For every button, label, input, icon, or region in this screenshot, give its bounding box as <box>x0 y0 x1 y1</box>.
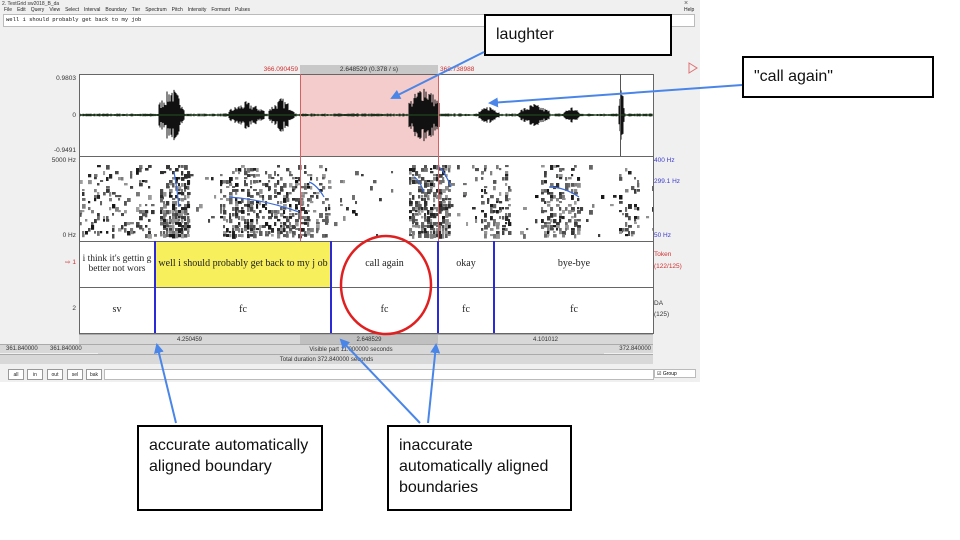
tier1-name: Token <box>654 251 672 258</box>
waveform-zero: 0 <box>72 112 76 119</box>
menu-interval[interactable]: Interval <box>84 7 100 13</box>
waveform-marker <box>620 74 621 156</box>
total-duration[interactable]: Total duration 372.840000 seconds <box>0 354 653 364</box>
spectrogram-panel[interactable] <box>79 157 653 241</box>
boundary-accurate[interactable] <box>154 241 156 333</box>
visible-end-time[interactable]: 372.840000 <box>604 344 653 353</box>
spectrogram-image <box>79 165 653 239</box>
zoom-all-button[interactable]: all <box>8 369 24 380</box>
tier2-count: (125) <box>654 311 670 318</box>
callout-laughter: laughter <box>484 14 672 56</box>
pitch-value: 299.1 Hz <box>654 178 681 185</box>
group-checkbox[interactable]: ☑ Group <box>654 369 696 378</box>
token-interval-5[interactable]: bye-bye <box>495 241 653 287</box>
visible-part-label[interactable]: Visible part 11.000000 seconds <box>98 344 604 354</box>
selection-duration: 2.648529 (0.378 / s) <box>339 66 399 73</box>
group-label: Group <box>662 370 677 377</box>
spectrogram-bottom: 0 Hz <box>62 232 76 239</box>
zoom-in-button[interactable]: in <box>27 369 43 380</box>
menu-view[interactable]: View <box>49 7 60 13</box>
duration-left[interactable]: 4.250459 <box>79 334 300 344</box>
zoom-back-button[interactable]: bak <box>86 369 102 380</box>
da-interval-1[interactable]: sv <box>79 287 155 333</box>
boundary-inaccurate-2[interactable] <box>437 241 439 333</box>
waveform-trace <box>79 88 653 142</box>
menu-pulses[interactable]: Pulses <box>235 7 250 13</box>
duration-right[interactable]: 4.101012 <box>438 334 653 344</box>
boundary-inaccurate-1[interactable] <box>330 241 332 333</box>
menu-pitch[interactable]: Pitch <box>172 7 183 13</box>
menu-help[interactable]: Help <box>684 7 694 13</box>
callout-accurate-boundary: accurate automatically aligned boundary <box>137 425 323 511</box>
da-interval-2[interactable]: fc <box>157 287 329 333</box>
tier2-number: 2 <box>72 305 76 312</box>
callout-call-again: "call again" <box>742 56 934 98</box>
token-interval-1[interactable]: i think it's gettin g better not wors <box>79 241 155 287</box>
zoom-sel-button[interactable]: sel <box>67 369 83 380</box>
token-interval-4[interactable]: okay <box>439 241 493 287</box>
pitch-top: 400 Hz <box>654 157 675 164</box>
close-icon[interactable]: × <box>684 0 688 7</box>
play-icon[interactable] <box>688 62 698 74</box>
da-interval-5[interactable]: fc <box>495 287 653 333</box>
menu-edit[interactable]: Edit <box>17 7 26 13</box>
waveform-panel[interactable] <box>79 74 653 156</box>
callout-inaccurate-boundaries: inaccurate automatically aligned boundar… <box>387 425 572 511</box>
menu-spectrum[interactable]: Spectrum <box>145 7 166 13</box>
selection-right-cursor <box>438 74 439 241</box>
zoom-out-button[interactable]: out <box>47 369 63 380</box>
panel-divider <box>79 156 653 157</box>
selection-end: 368.738988 <box>440 66 475 73</box>
waveform-min: -0.9491 <box>53 147 76 154</box>
waveform-max: 0.9803 <box>56 75 76 82</box>
selection-start: 366.090459 <box>263 66 298 73</box>
menu-boundary[interactable]: Boundary <box>105 7 126 13</box>
pitch-bottom: 50 Hz <box>654 232 671 239</box>
menu-select[interactable]: Select <box>65 7 79 13</box>
visible-start-time[interactable]: 361.840000 <box>38 344 98 353</box>
menu-query[interactable]: Query <box>31 7 45 13</box>
horizontal-scrollbar[interactable] <box>104 369 654 380</box>
token-interval-2[interactable]: well i should probably get back to my j … <box>157 241 329 287</box>
window-start-time[interactable]: 361.840000 <box>0 344 38 353</box>
da-interval-4[interactable]: fc <box>439 287 493 333</box>
menu-bar: File Edit Query View Select Interval Bou… <box>4 7 250 13</box>
spectrogram-top: 5000 Hz <box>51 157 76 164</box>
tier1-marker: ⇨ 1 <box>65 259 76 266</box>
tier1-count: (122/125) <box>654 263 682 270</box>
selection-left-cursor <box>300 74 301 241</box>
circle-annotation <box>339 234 433 336</box>
boundary[interactable] <box>493 241 495 333</box>
menu-tier[interactable]: Tier <box>132 7 140 13</box>
menu-formant[interactable]: Formant <box>211 7 230 13</box>
menu-file[interactable]: File <box>4 7 12 13</box>
menu-intensity[interactable]: Intensity <box>188 7 207 13</box>
tier2-name: DA <box>654 300 664 307</box>
